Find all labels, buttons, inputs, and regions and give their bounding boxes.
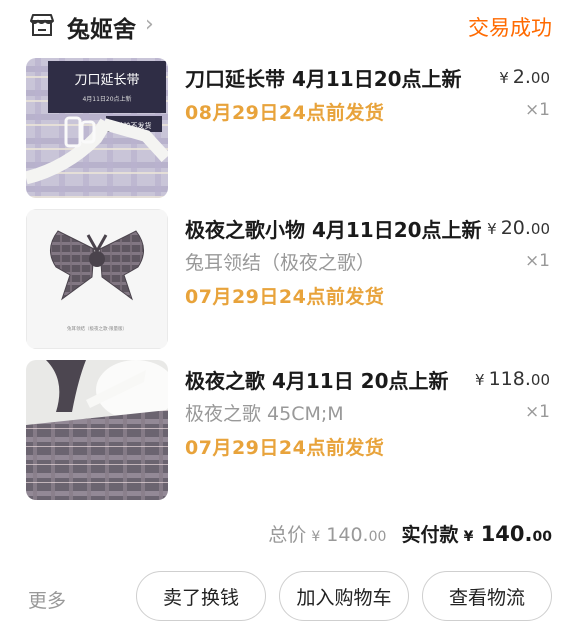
product-thumbnail[interactable]: 刀口延长带 4月11日20点上新 单拍不发货 <box>26 58 168 198</box>
product-thumbnail[interactable] <box>26 360 168 500</box>
item-quantity: ×1 <box>524 100 550 120</box>
add-to-cart-button[interactable]: 加入购物车 <box>279 571 409 621</box>
order-item[interactable]: 刀口延长带 4月11日20点上新 单拍不发货 刀口延长带 4月11日20点上新 … <box>0 58 580 198</box>
item-quantity: ×1 <box>524 251 550 271</box>
shipping-deadline: 07月29日24点前发货 <box>185 437 385 459</box>
item-price: ¥2.00 <box>499 66 550 88</box>
order-status: 交易成功 <box>468 16 552 40</box>
view-logistics-button[interactable]: 查看物流 <box>422 571 552 621</box>
item-price: ¥20.00 <box>487 217 550 239</box>
product-title[interactable]: 极夜之歌 4月11日 20点上新 <box>185 365 485 394</box>
product-title[interactable]: 极夜之歌小物 4月11日20点上新 <box>185 214 485 243</box>
paid-label: 实付款 <box>401 524 459 546</box>
paid-amount: ¥ 140.00 <box>463 522 552 546</box>
shipping-deadline: 07月29日24点前发货 <box>185 286 385 308</box>
thumbnail-caption-text: 兔耳领结（极夜之歌·限量版） <box>67 325 127 332</box>
product-title[interactable]: 刀口延长带 4月11日20点上新 <box>185 63 485 92</box>
thumbnail-title-text: 刀口延长带 <box>74 73 139 88</box>
shipping-deadline: 08月29日24点前发货 <box>185 102 385 124</box>
sell-button[interactable]: 卖了换钱 <box>136 571 266 621</box>
item-price: ¥118.00 <box>475 368 550 390</box>
item-quantity: ×1 <box>524 402 550 422</box>
shop-icon[interactable] <box>28 12 56 38</box>
product-spec: 兔耳领结（极夜之歌） <box>185 252 376 274</box>
order-item[interactable]: 兔耳领结（极夜之歌·限量版） 极夜之歌小物 4月11日20点上新 兔耳领结（极夜… <box>0 209 580 349</box>
total-price: ¥ 140.00 <box>311 524 387 546</box>
more-link[interactable]: 更多 <box>28 586 66 613</box>
total-label: 总价 <box>268 524 307 546</box>
shop-name[interactable]: 兔姬舍 <box>67 10 136 44</box>
order-header: 兔姬舍 › 交易成功 <box>0 0 580 50</box>
thumbnail-sub-text: 4月11日20点上新 <box>82 95 131 103</box>
order-summary: 总价 ¥ 140.00 实付款 ¥ 140.00 <box>268 520 552 547</box>
chevron-right-icon[interactable]: › <box>145 12 154 37</box>
order-item[interactable]: 极夜之歌 4月11日 20点上新 极夜之歌 45CM;M 07月29日24点前发… <box>0 360 580 500</box>
product-thumbnail[interactable]: 兔耳领结（极夜之歌·限量版） <box>26 209 168 349</box>
product-spec: 极夜之歌 45CM;M <box>185 403 344 425</box>
